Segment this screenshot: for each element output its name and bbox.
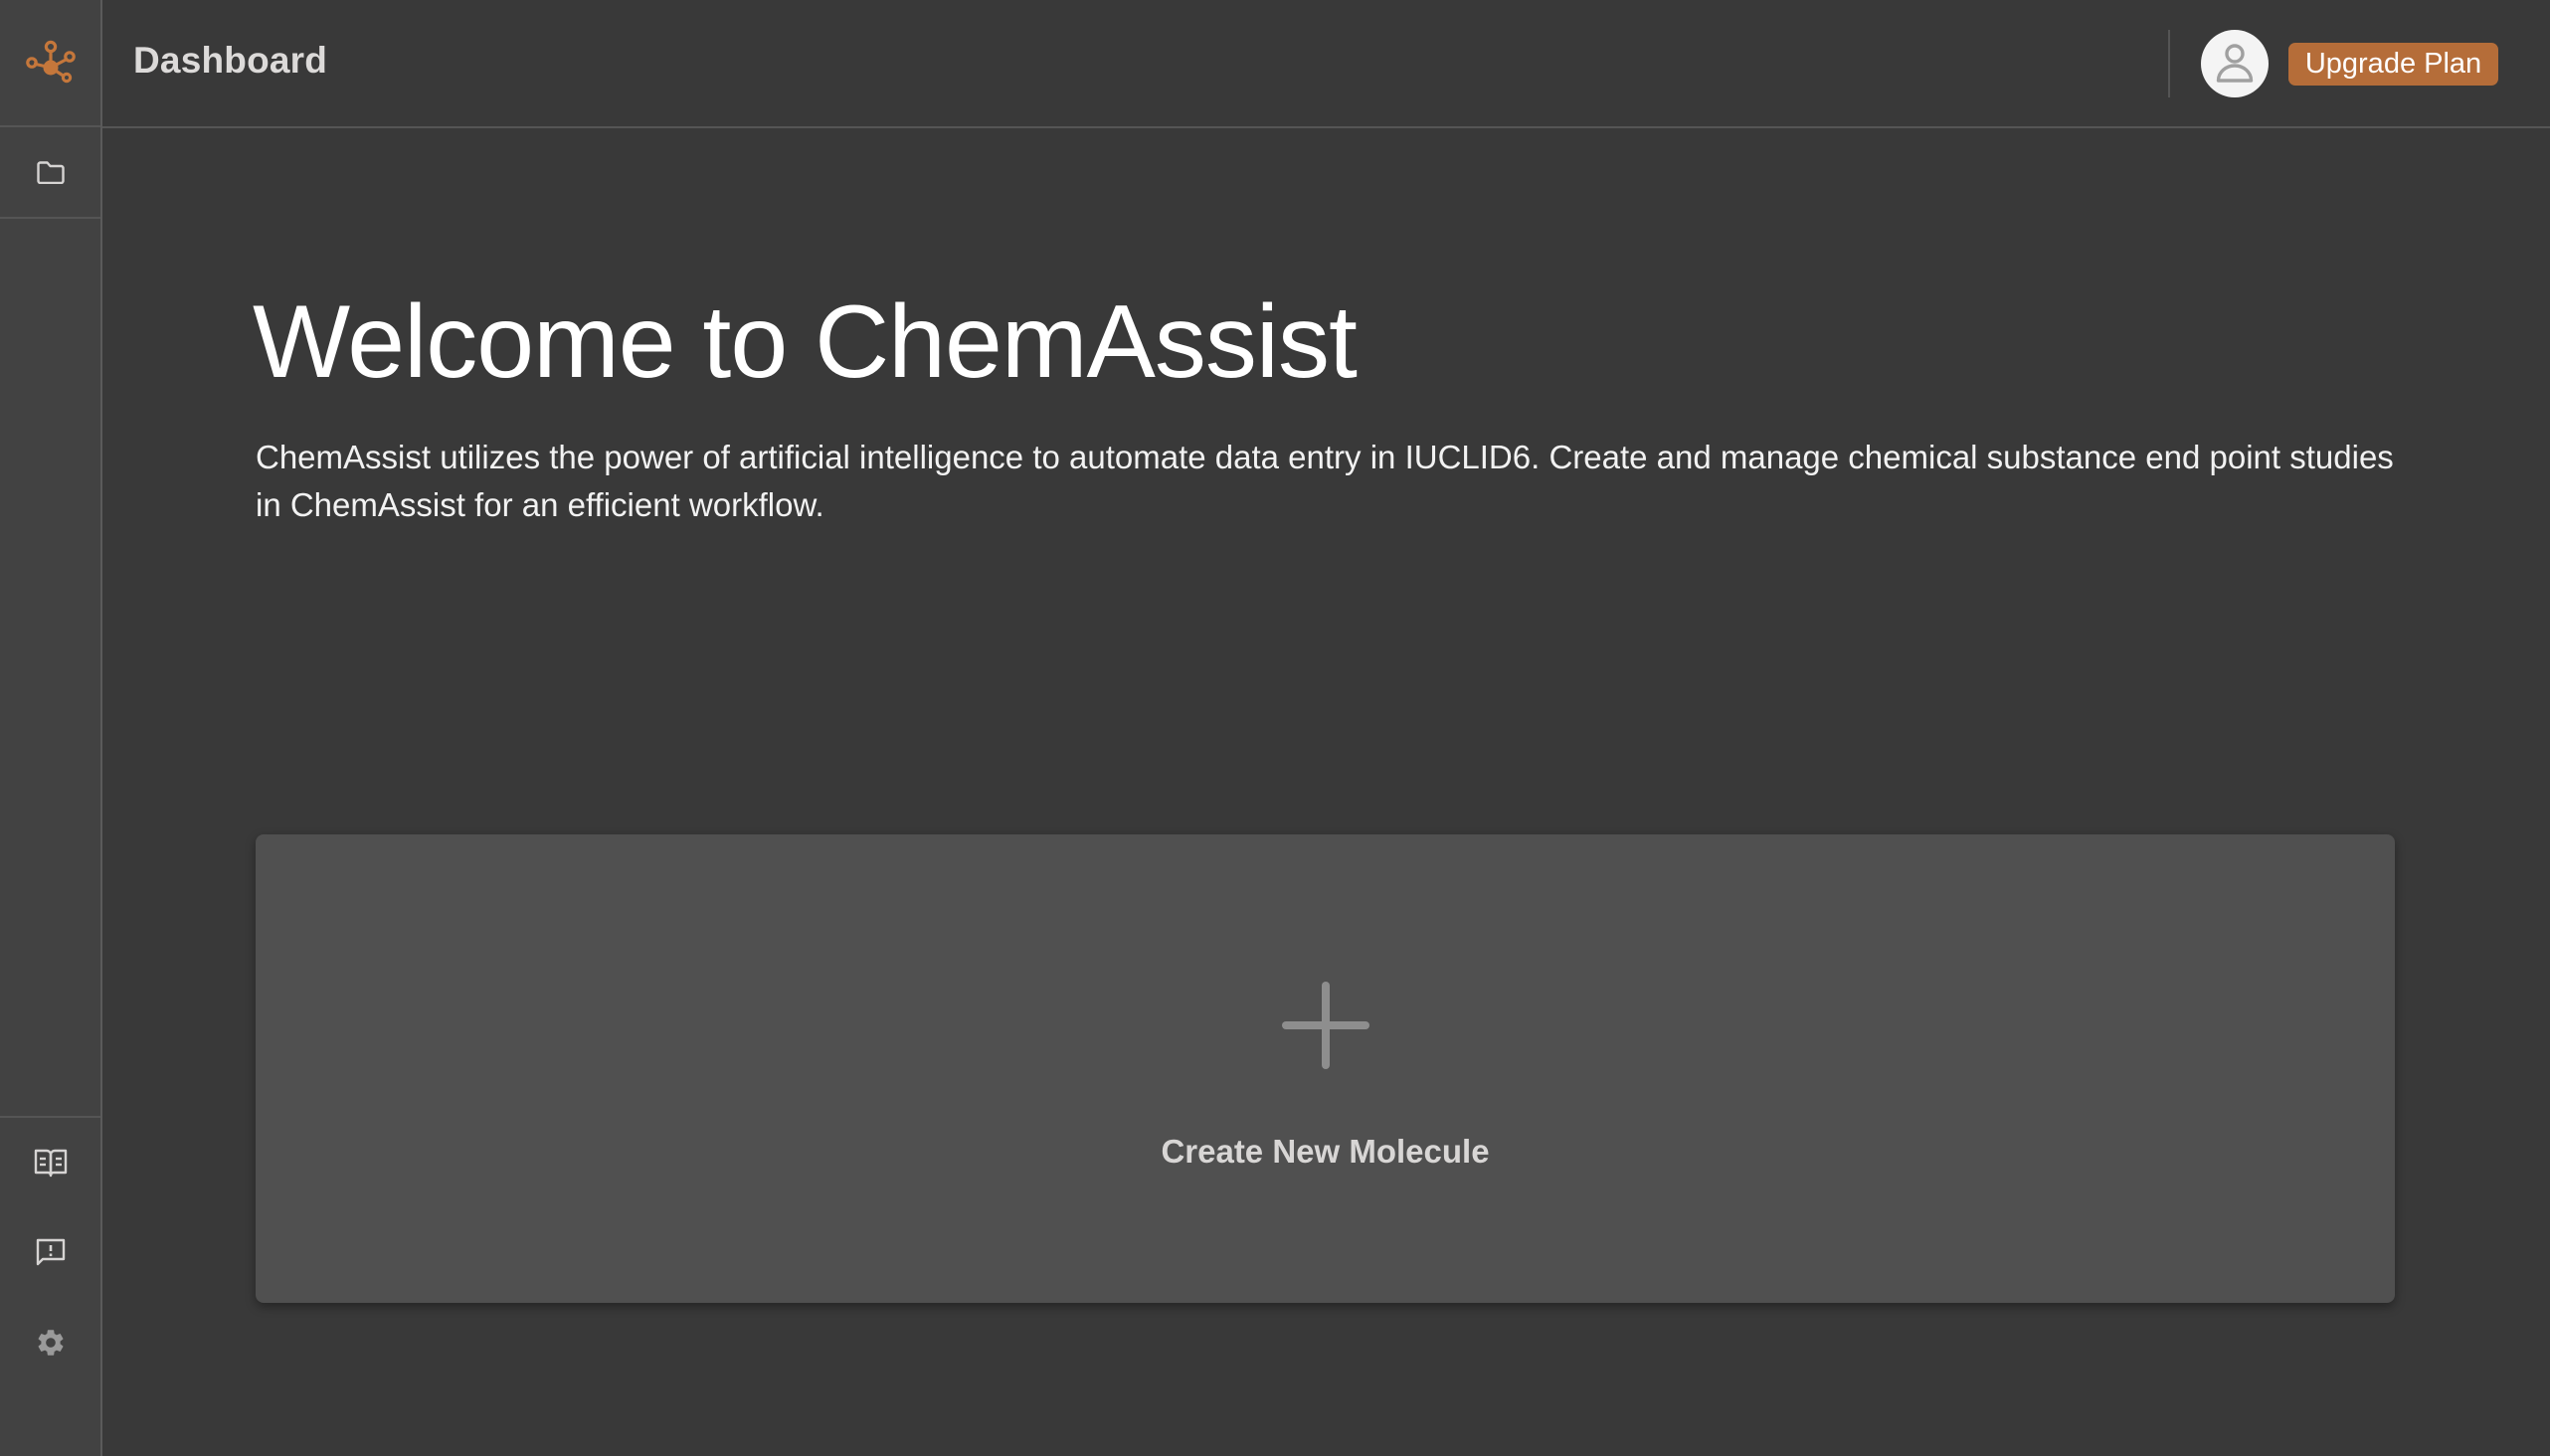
welcome-title: Welcome to ChemAssist	[253, 284, 1358, 400]
upgrade-plan-button[interactable]: Upgrade Plan	[2288, 43, 2498, 86]
folder-icon	[36, 161, 65, 184]
book-icon	[34, 1149, 67, 1178]
welcome-description: ChemAssist utilizes the power of artific…	[256, 439, 2394, 523]
sidebar-item-feedback[interactable]	[0, 1222, 100, 1282]
sidebar-item-projects[interactable]	[0, 127, 100, 219]
sidebar-item-documentation[interactable]	[0, 1133, 100, 1192]
app-logo[interactable]	[0, 0, 100, 127]
create-new-molecule-card[interactable]: Create New Molecule	[256, 834, 2395, 1303]
plus-icon	[1282, 982, 1369, 1069]
molecule-icon	[25, 40, 76, 84]
page-title: Dashboard	[133, 40, 328, 81]
gear-icon	[38, 1330, 63, 1356]
header-divider	[2168, 30, 2170, 97]
feedback-icon	[36, 1238, 65, 1266]
sidebar-bottom-group	[0, 1116, 100, 1456]
user-avatar-button[interactable]	[2201, 30, 2269, 97]
user-icon	[2216, 44, 2254, 83]
create-new-molecule-label: Create New Molecule	[1161, 1133, 1490, 1170]
top-header: Dashboard Upgrade Plan	[102, 0, 2550, 128]
sidebar	[0, 0, 102, 1456]
sidebar-item-settings[interactable]	[0, 1313, 100, 1372]
